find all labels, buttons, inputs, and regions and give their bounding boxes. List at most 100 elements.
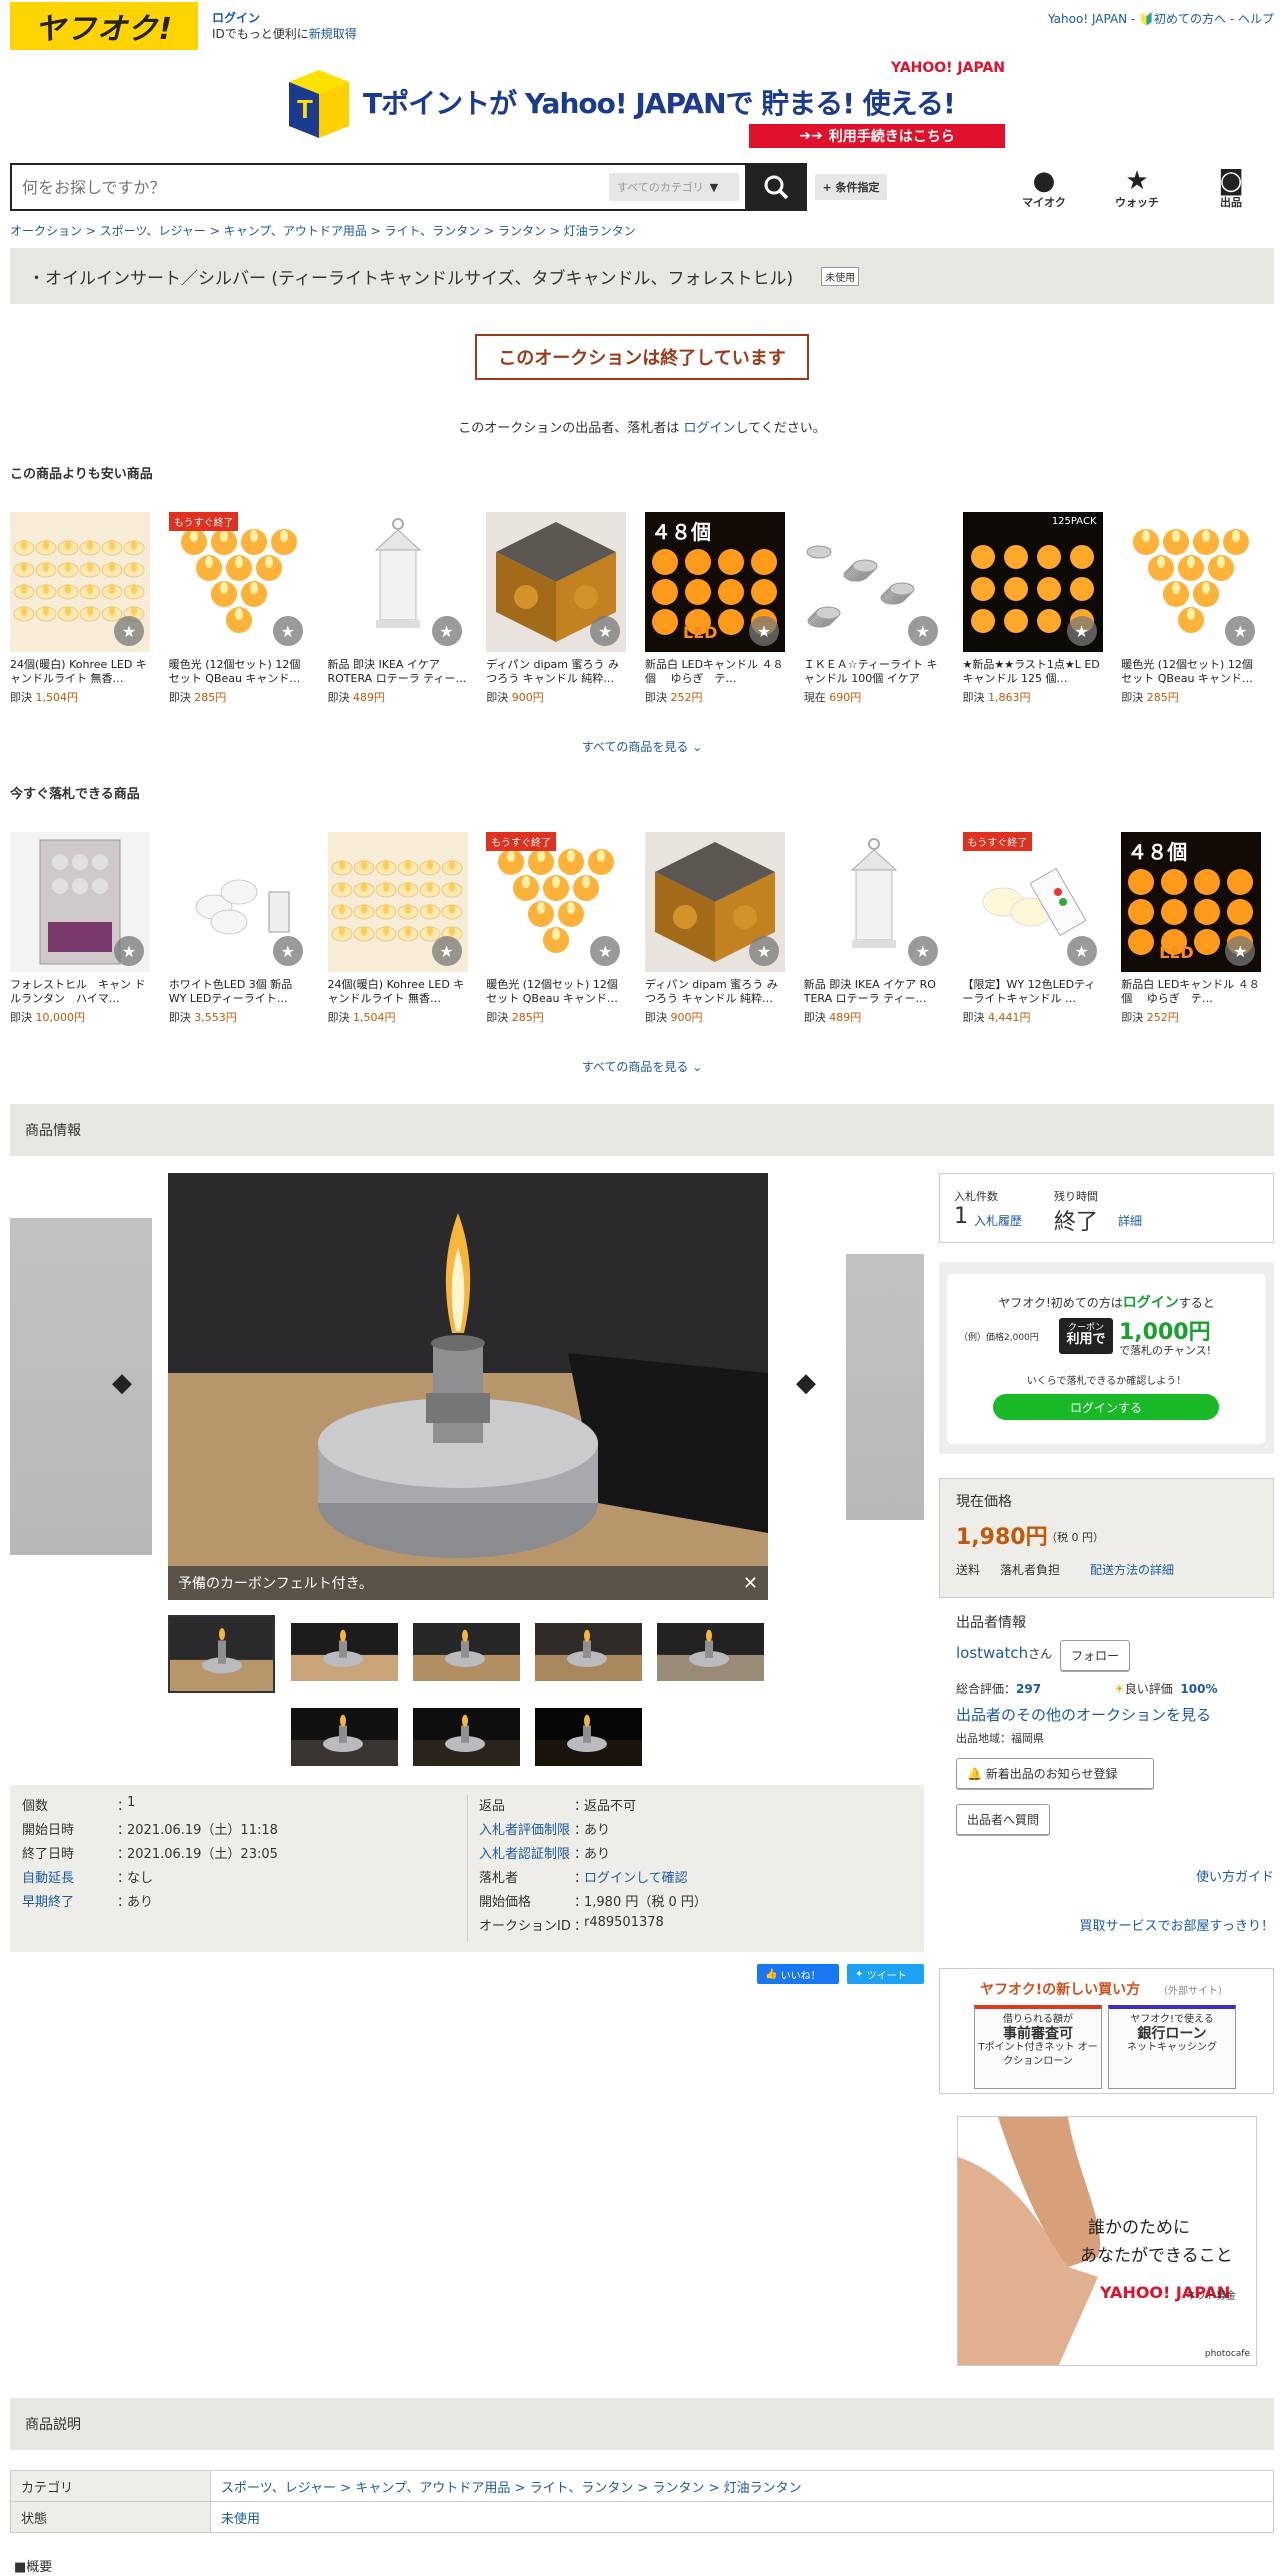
condition-button[interactable]: + 条件指定 — [815, 174, 887, 200]
watch-star-icon[interactable]: ★ — [907, 616, 938, 646]
watch-star-icon[interactable]: ★ — [431, 616, 462, 646]
product-thumbnail[interactable]: ★ — [803, 512, 944, 652]
gallery-thumbnail[interactable] — [413, 1708, 520, 1766]
product-thumbnail[interactable]: ★ — [10, 512, 150, 652]
product-thumbnail[interactable]: ４８個 LED ★ — [1121, 832, 1262, 972]
product-card[interactable]: ★ ＩＫＥＡ☆ティーライト キャンドル 100個 イケア 現在 690円 — [803, 512, 963, 705]
product-card[interactable]: もうすぐ終了 ★ 暖色光 (12個セット) 12個セット QBeau キャンド… 即決… — [486, 832, 645, 1025]
product-card[interactable]: ４８個 LED ★ 新品白 LEDキャンドル ４８個 ゆらぎ テ… 即決 252円 — [1121, 832, 1280, 1025]
product-name[interactable]: ホワイト色LED 3個 新品 WY LEDティーライト… — [169, 978, 309, 1006]
yahuoku-logo[interactable]: ヤフオク! — [10, 2, 198, 50]
product-name[interactable]: 【限定】WY 12色LEDティーライトキャンドル … — [963, 978, 1103, 1006]
product-name[interactable]: ディパン dipam 蜜ろう み つろう キャンドル 純粋… — [645, 978, 785, 1006]
product-card[interactable]: ★ ホワイト色LED 3個 新品 WY LEDティーライト… 即決 3,553円 — [168, 832, 328, 1025]
nav-sell[interactable]: ◙ 出品 — [1201, 168, 1261, 210]
time-detail-link[interactable]: 詳細 — [1118, 1212, 1142, 1229]
product-name[interactable]: 暖色光 (12個セット) 12個セット QBeau キャンド… — [169, 658, 309, 686]
product-name[interactable]: ディパン dipam 蜜ろう み つろう キャンドル 純粋… — [486, 658, 626, 686]
product-card[interactable]: ★ 新品 即決 IKEA イケア ROTERA ロテーラ ティー… 即決 489円 — [327, 512, 487, 705]
gallery-thumbnail[interactable] — [291, 1623, 398, 1681]
search-button[interactable] — [745, 163, 807, 211]
detail-key[interactable]: 早期終了 — [22, 1891, 117, 1915]
product-card[interactable]: もうすぐ終了 ★ 【限定】WY 12色LEDティーライトキャンドル … 即決 4,44… — [962, 832, 1122, 1025]
watch-star-icon[interactable]: ★ — [1066, 616, 1097, 646]
gallery-thumbnail[interactable] — [657, 1623, 764, 1681]
product-name[interactable]: 新品白 LEDキャンドル ４８個 ゆらぎ テ… — [645, 658, 785, 686]
seller-name-link[interactable]: lostwatch — [956, 1644, 1028, 1662]
product-thumbnail[interactable]: ★ — [486, 512, 627, 652]
question-button[interactable]: 出品者へ質問 — [956, 1804, 1051, 1835]
product-thumbnail[interactable]: もうすぐ終了 ★ — [486, 832, 627, 972]
product-thumbnail[interactable]: ★ — [327, 832, 468, 972]
detail-key[interactable]: 入札者評価制限 — [479, 1819, 574, 1843]
close-icon[interactable]: ✕ — [743, 1573, 758, 1594]
watch-star-icon[interactable]: ★ — [114, 936, 144, 966]
bank-loan-button[interactable]: ヤフオク!で使える 銀行ローン ネットキャッシング — [1108, 2005, 1236, 2089]
product-thumbnail[interactable]: ４８個 LED ★ — [645, 512, 785, 652]
product-name[interactable]: ＩＫＥＡ☆ティーライト キャンドル 100個 イケア — [804, 658, 944, 686]
bid-history-link[interactable]: 入札履歴 — [974, 1212, 1022, 1229]
gallery-thumbnail[interactable] — [535, 1623, 642, 1681]
donation-ad[interactable]: 誰かのために あなたができること YAHOO! JAPAN ネット募金 phot… — [957, 2116, 1257, 2366]
product-card[interactable]: ★ 新品 即決 IKEA イケア RO TERA ロテーラ ティー… 即決 489円 — [803, 832, 963, 1025]
like-button[interactable]: 👍 いいね！ — [757, 1964, 839, 1984]
follow-button[interactable]: フォロー — [1060, 1640, 1131, 1671]
product-name[interactable]: ★新品★★ラスト1点★L EDキャンドル 125 個… — [963, 658, 1103, 686]
watch-star-icon[interactable]: ★ — [1066, 936, 1097, 966]
breadcrumb[interactable]: オークション > スポーツ、レジャー > キャンプ、アウトドア用品 > ライト、… — [10, 222, 636, 239]
watch-star-icon[interactable]: ★ — [907, 936, 938, 966]
gallery-thumbnail[interactable] — [413, 1623, 520, 1681]
next-arrow-icon[interactable]: ◆ — [796, 1368, 816, 1398]
gallery-thumbnail[interactable] — [168, 1615, 275, 1693]
tpoint-banner[interactable]: T Tポイントが Yahoo! JAPANで 貯まる! 使える! YAHOO! … — [285, 60, 1005, 152]
watch-star-icon[interactable]: ★ — [114, 616, 144, 646]
product-name[interactable]: 暖色光 (12個セット) 12個セット QBeau キャンド… — [1121, 658, 1261, 686]
watch-star-icon[interactable]: ★ — [749, 616, 779, 646]
preapproval-button[interactable]: 借りられる額が 事前審査可 Tポイント付きネット オークションローン — [974, 2005, 1102, 2089]
login-link[interactable]: ログイン — [212, 11, 260, 25]
detail-key[interactable]: 入札者認証制限 — [479, 1843, 574, 1867]
prev-arrow-icon[interactable]: ◆ — [112, 1368, 132, 1398]
gallery-thumbnail[interactable] — [291, 1708, 398, 1766]
see-all-buynow[interactable]: すべての商品を見る ⌄ — [0, 1058, 1284, 1075]
watch-star-icon[interactable]: ★ — [272, 936, 303, 966]
product-card[interactable]: ４８個 LED ★ 新品白 LEDキャンドル ４８個 ゆらぎ テ… 即決 252円 — [645, 512, 804, 705]
product-thumbnail[interactable]: ★ — [803, 832, 944, 972]
product-thumbnail[interactable]: もうすぐ終了 ★ — [962, 832, 1103, 972]
notify-button[interactable]: 🔔 新着出品のお知らせ登録 — [956, 1758, 1154, 1789]
product-thumbnail[interactable]: もうすぐ終了 ★ — [168, 512, 309, 652]
detail-value[interactable]: ログインして確認 — [584, 1867, 688, 1891]
product-card[interactable]: ★ ディパン dipam 蜜ろう み つろう キャンドル 純粋… 即決 900円 — [486, 512, 645, 705]
detail-key[interactable]: 自動延長 — [22, 1867, 117, 1891]
product-card[interactable]: ★ ディパン dipam 蜜ろう み つろう キャンドル 純粋… 即決 900円 — [645, 832, 804, 1025]
tweet-button[interactable]: ✦ ツイート — [847, 1964, 924, 1984]
category-select[interactable]: すべてのカテゴリ ▼ — [609, 173, 739, 201]
nav-watch[interactable]: ★ ウォッチ — [1107, 168, 1167, 210]
product-card[interactable]: 125PACK ★ ★新品★★ラスト1点★L EDキャンドル 125 個… 即決 1,… — [962, 512, 1122, 705]
product-card[interactable]: ★ 24個(暖白) Kohree LED キャンドルライト 無香… 即決 1,504… — [10, 512, 169, 705]
watch-star-icon[interactable]: ★ — [431, 936, 462, 966]
product-thumbnail[interactable]: ★ — [10, 832, 150, 972]
product-thumbnail[interactable]: ★ — [645, 832, 785, 972]
seller-other-auctions-link[interactable]: 出品者のその他のオークションを見る — [956, 1704, 1211, 1725]
search-input[interactable] — [12, 165, 609, 209]
product-name[interactable]: 暖色光 (12個セット) 12個セット QBeau キャンド… — [486, 978, 626, 1006]
guide-link[interactable]: 使い方ガイド — [1196, 1866, 1274, 1885]
main-product-image[interactable]: 予備のカーボンフェルト付き。 ✕ — [168, 1173, 768, 1600]
room-link[interactable]: 買取サービスでお部屋すっきり！ — [1080, 1915, 1274, 1934]
gallery-thumbnail[interactable] — [535, 1708, 642, 1766]
promo-login-button[interactable]: ログインする — [993, 1394, 1219, 1420]
product-thumbnail[interactable]: ★ — [1121, 512, 1262, 652]
nav-myauc[interactable]: ● マイオク — [1014, 168, 1074, 210]
banner-cta[interactable]: ➔➔ 利用手続きはこちら — [749, 124, 1005, 148]
top-links[interactable]: Yahoo! JAPAN - 🔰初めての方へ - ヘルプ — [1048, 10, 1274, 27]
product-card[interactable]: ★ 24個(暖白) Kohree LED キャンドルライト 無香… 即決 1,504… — [327, 832, 487, 1025]
register-link[interactable]: 新規取得 — [309, 27, 357, 41]
product-name[interactable]: フォレストヒル キャン ドルランタン ハイマ… — [10, 978, 150, 1006]
watch-star-icon[interactable]: ★ — [749, 936, 779, 966]
product-name[interactable]: 新品 即決 IKEA イケア ROTERA ロテーラ ティー… — [328, 658, 468, 686]
product-thumbnail[interactable]: 125PACK ★ — [962, 512, 1103, 652]
product-name[interactable]: 新品 即決 IKEA イケア RO TERA ロテーラ ティー… — [804, 978, 944, 1006]
product-thumbnail[interactable]: ★ — [327, 512, 468, 652]
product-card[interactable]: もうすぐ終了 ★ 暖色光 (12個セット) 12個セット QBeau キャンド… 即決… — [168, 512, 328, 705]
